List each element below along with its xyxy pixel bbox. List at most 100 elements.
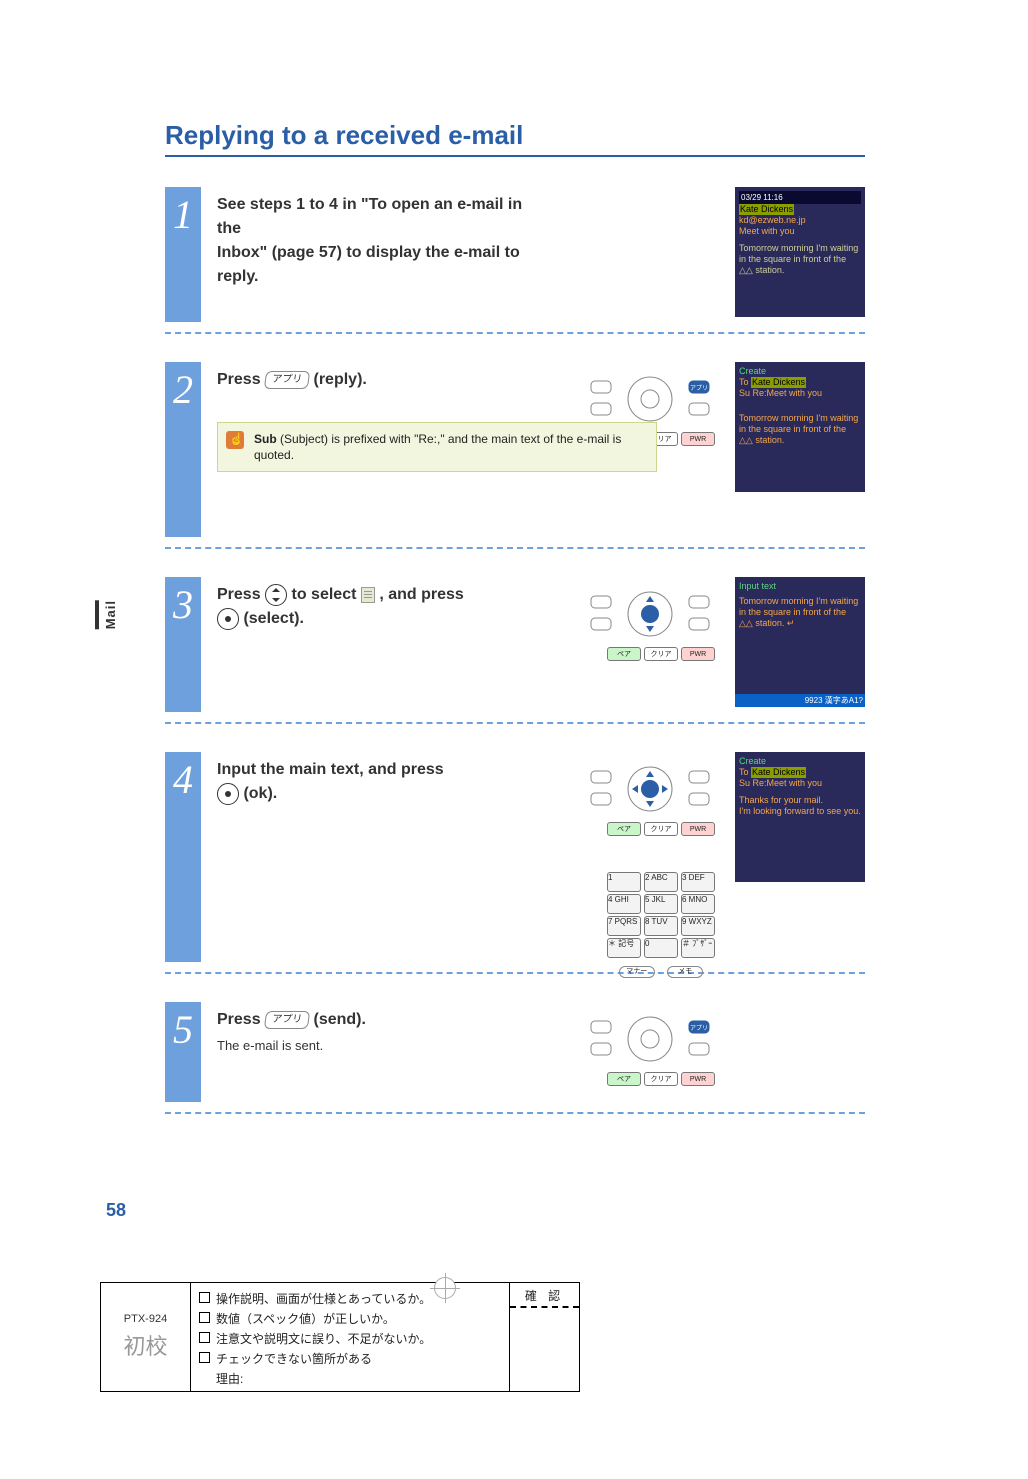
checkbox[interactable] [199, 1292, 210, 1303]
text: to select [292, 586, 361, 603]
clear-key: クリア [644, 1072, 678, 1086]
screen-body2: I'm looking forward to see you. [739, 806, 861, 817]
pwr-key: PWR [681, 1072, 715, 1086]
separator [165, 1112, 865, 1114]
key-7: 7 PQRS [607, 916, 641, 936]
page-title: Replying to a received e-mail [165, 120, 865, 157]
key-4: 4 GHI [607, 894, 641, 914]
text: Input the main text, and press [217, 761, 444, 778]
nav-diagram: アプリ [585, 1006, 715, 1076]
pair-key: ペア [607, 1072, 641, 1086]
text: Inbox" (page 57) to display the e-mail t… [217, 244, 520, 285]
clear-key: クリア [644, 647, 678, 661]
step-number: 3 [165, 577, 201, 712]
key-9: 9 WXYZ [681, 916, 715, 936]
checkbox[interactable] [199, 1332, 210, 1343]
nav-diagram [585, 756, 715, 826]
screen-time: 03/29 11:16 [739, 191, 861, 204]
center-key-icon [217, 608, 239, 630]
app-key: アプリ [264, 371, 311, 389]
separator [165, 972, 865, 974]
separator [165, 722, 865, 724]
page-content: Replying to a received e-mail 1 See step… [165, 120, 865, 1142]
page-number: 58 [106, 1200, 126, 1221]
separator [165, 332, 865, 334]
key-cluster: ペア クリア PWR [607, 822, 715, 838]
key-8: 8 TUV [644, 916, 678, 936]
svg-text:アプリ: アプリ [690, 1025, 708, 1032]
checkbox[interactable] [199, 1312, 210, 1323]
screen-hdr: Create [739, 366, 861, 377]
screen-su: Re:Meet with you [753, 388, 823, 398]
checkbox[interactable] [199, 1352, 210, 1363]
key-0: 0 [644, 938, 678, 958]
phone-screen-3: Input text Tomorrow morning I'm waiting … [735, 577, 865, 707]
step-5-instruction: Press アプリ (send). [217, 1008, 527, 1032]
step-4-instruction: Input the main text, and press (ok). [217, 758, 527, 806]
screen-body: Tomorrow morning I'm waiting in the squa… [739, 413, 861, 446]
key-star: ＊ 記号 [607, 938, 641, 958]
text: (reply). [314, 371, 367, 388]
proof-box: PTX-924 初校 操作説明、画面が仕様とあっているか。 数値（スペック値）が… [100, 1282, 580, 1392]
note-box: Sub (Subject) is prefixed with "Re:," an… [217, 422, 657, 472]
text: (ok). [243, 785, 277, 802]
step-1: 1 See steps 1 to 4 in "To open an e-mail… [165, 187, 865, 322]
updown-key-icon [265, 584, 287, 606]
step-4: 4 Input the main text, and press (ok). [165, 752, 865, 962]
phone-screen-1: 03/29 11:16 Kate Dickens kd@ezweb.ne.jp … [735, 187, 865, 317]
pwr-key: PWR [681, 647, 715, 661]
nav-diagram [585, 581, 715, 651]
pair-key: ペア [607, 647, 641, 661]
text: , and press [379, 586, 463, 603]
screen-body: Tomorrow morning I'm waiting in the squa… [739, 243, 861, 276]
step-number: 4 [165, 752, 201, 962]
step-3: 3 Press to select , and press (select). [165, 577, 865, 712]
step-5: 5 Press アプリ (send). The e-mail is sent. … [165, 1002, 865, 1102]
screen-hdr: Create [739, 756, 861, 767]
app-key: アプリ [264, 1011, 311, 1029]
screen-subj: Meet with you [739, 226, 861, 237]
sub-label: Sub [254, 432, 277, 446]
step-2-instruction: Press アプリ (reply). [217, 368, 527, 392]
screen-to: Kate Dickens [751, 377, 806, 388]
step-5-subtext: The e-mail is sent. [217, 1038, 865, 1053]
text: (select). [243, 610, 303, 627]
key-cluster: ペア クリア PWR [607, 1072, 715, 1088]
registration-mark-icon [434, 1277, 456, 1299]
checklist-item: 数値（スペック値）が正しいか。 [216, 1309, 395, 1329]
phone-screen-4: Create To Kate Dickens Su Re:Meet with y… [735, 752, 865, 882]
memo-key: メモ [667, 966, 703, 978]
screen-footer: 9923 漢字あA1? [735, 694, 865, 707]
model-number: PTX-924 [124, 1313, 167, 1325]
numpad: 12 ABC3 DEF 4 GHI5 JKL6 MNO 7 PQRS8 TUV9… [607, 872, 715, 978]
screen-to: Kate Dickens [751, 767, 806, 778]
pwr-key: PWR [681, 432, 715, 446]
checklist-item: チェックできない箇所がある [216, 1349, 372, 1369]
key-1: 1 [607, 872, 641, 892]
screen-body1: Thanks for your mail. [739, 795, 861, 806]
step-1-instruction: See steps 1 to 4 in "To open an e-mail i… [217, 193, 527, 289]
key-hash: ＃ ﾌﾞｻﾞｰ [681, 938, 715, 958]
pair-key: ペア [607, 822, 641, 836]
screen-body: Tomorrow morning I'm waiting in the squa… [739, 596, 861, 629]
hand-icon [226, 431, 244, 449]
step-number: 1 [165, 187, 201, 322]
key-6: 6 MNO [681, 894, 715, 914]
checklist-item: 注意文や説明文に誤り、不足がないか。 [216, 1329, 431, 1349]
text: Press [217, 1011, 265, 1028]
screen-from: Kate Dickens [739, 204, 794, 215]
text: Press [217, 371, 265, 388]
pwr-key: PWR [681, 822, 715, 836]
side-tab-mail: Mail [95, 600, 118, 629]
confirm-header: 確 認 [510, 1287, 579, 1308]
screen-su: Re:Meet with you [753, 778, 823, 788]
text: Press [217, 586, 265, 603]
note-text: (Subject) is prefixed with "Re:," and th… [254, 432, 621, 462]
clear-key: クリア [644, 822, 678, 836]
checklist-item: 操作説明、画面が仕様とあっているか。 [216, 1289, 431, 1309]
document-icon [361, 587, 375, 603]
separator [165, 547, 865, 549]
proof-stage: 初校 [123, 1329, 167, 1361]
text: (send). [314, 1011, 366, 1028]
manner-key: マナー [619, 966, 655, 978]
